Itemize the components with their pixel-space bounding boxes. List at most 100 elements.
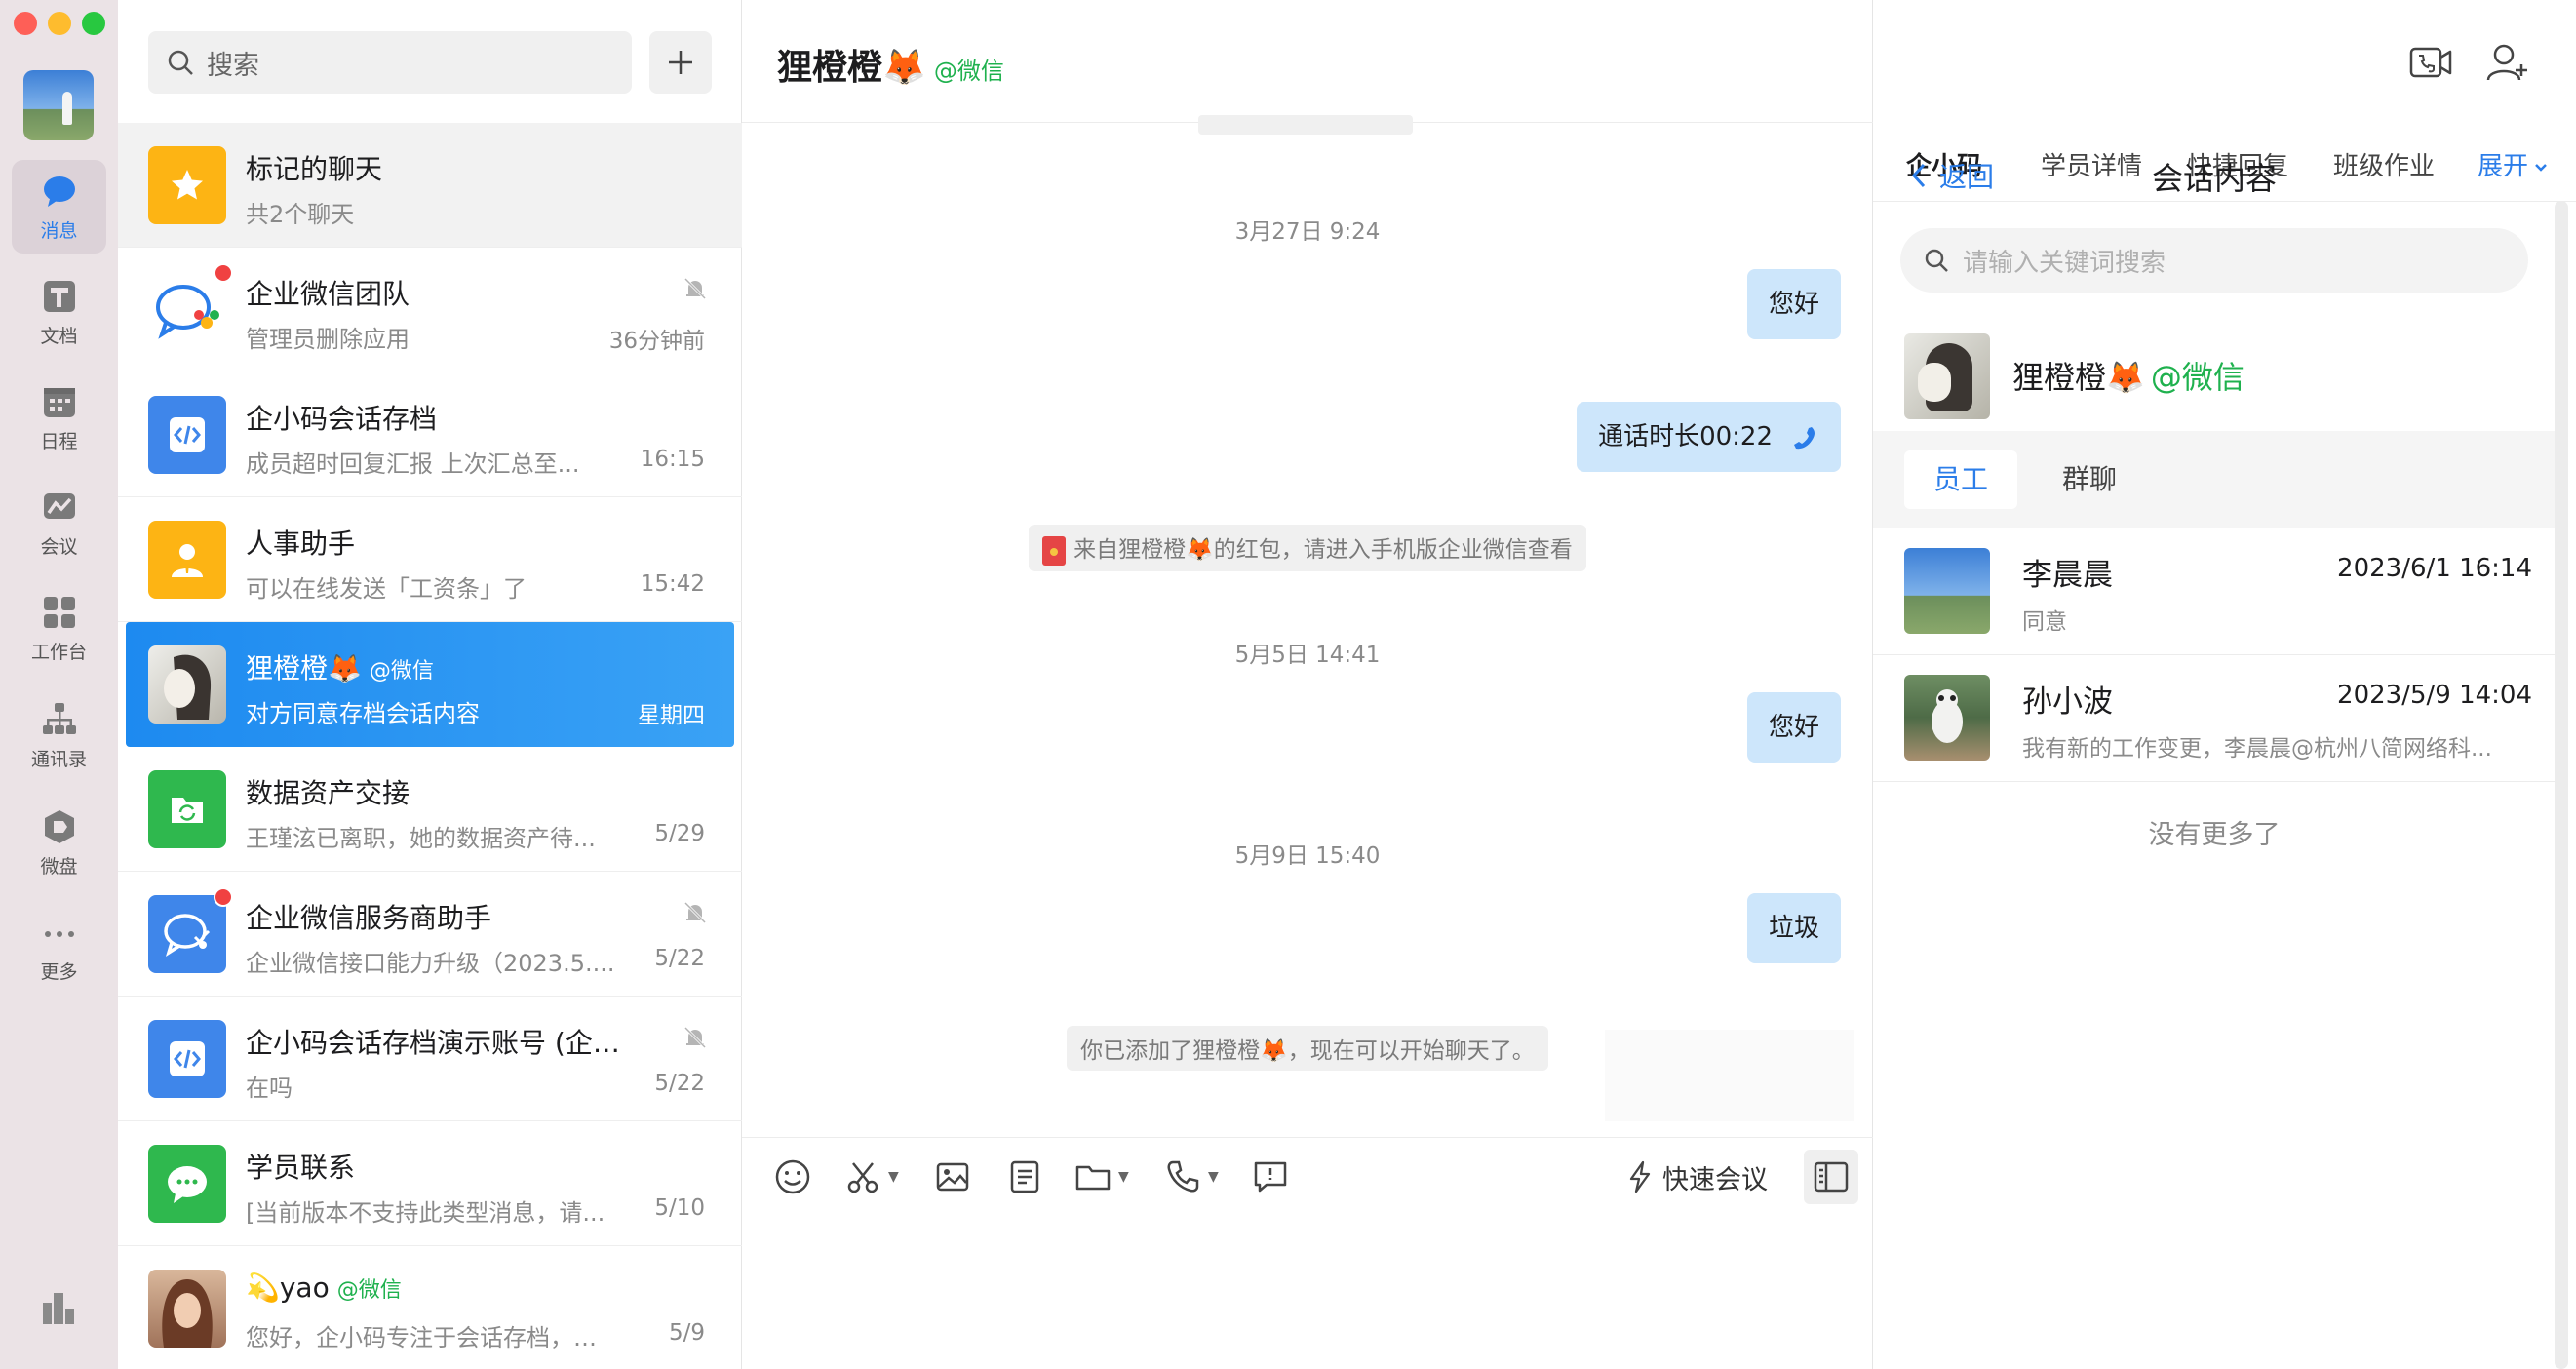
reminder-button[interactable] xyxy=(1251,1155,1290,1198)
provider-assistant-icon xyxy=(148,895,226,973)
nav-item-documents[interactable]: 文档 xyxy=(12,265,106,359)
table-row[interactable]: 李晨晨 2023/6/1 16:14 同意 xyxy=(1873,528,2556,655)
system-message: 来自狸橙橙🦊的红包，请进入手机版企业微信查看 xyxy=(742,525,1873,571)
nav-label: 更多 xyxy=(40,960,78,983)
avatar xyxy=(1904,675,1990,761)
user-avatar[interactable] xyxy=(23,70,94,140)
document-icon xyxy=(43,280,75,312)
nav-item-calendar[interactable]: 日程 xyxy=(12,371,106,464)
timestamp: 3月27日 9:24 xyxy=(1234,219,1381,245)
search-placeholder: 请输入关键词搜索 xyxy=(1963,248,2166,278)
zoom-window-button[interactable] xyxy=(82,12,105,35)
code-archive-icon xyxy=(148,1020,226,1098)
nav-label: 会议 xyxy=(40,535,78,558)
image-button[interactable] xyxy=(933,1155,972,1198)
nav-item-more[interactable]: 更多 xyxy=(12,901,106,995)
list-item[interactable]: 💫yao @微信 您好，企小码专注于会话存档，此... 5/9 xyxy=(118,1246,742,1369)
chevron-down-icon: ▼ xyxy=(1208,1169,1219,1185)
avatar xyxy=(1904,333,1990,419)
search-input[interactable]: 搜索 xyxy=(148,31,632,94)
unread-dot xyxy=(214,263,233,283)
code-archive-icon xyxy=(148,396,226,474)
plus-icon xyxy=(669,51,692,74)
record-time: 2023/5/9 14:04 xyxy=(2337,681,2532,710)
nav-rail: 消息 文档 日程 会议 工作台 通讯录 微盘 更多 xyxy=(0,0,118,1369)
call-message-bubble[interactable]: 通话时长00:22 xyxy=(1577,402,1841,472)
contact-name-text: 狸橙橙🦊 xyxy=(2012,359,2145,396)
list-item[interactable]: 企小码会话存档演示账号 (企小... 在吗 5/22 xyxy=(118,997,742,1121)
record-name: 孙小波 xyxy=(2022,684,2113,720)
document-button[interactable] xyxy=(1005,1155,1044,1198)
composer-toolbar: ▼ ▼ ▼ 快速会议 xyxy=(742,1137,1873,1215)
minimize-window-button[interactable] xyxy=(48,12,71,35)
conversation-name: 企业微信团队 xyxy=(246,278,410,310)
list-item[interactable]: 标记的聊天 共2个聊天 xyxy=(118,123,742,248)
folder-icon xyxy=(1075,1165,1111,1191)
search-placeholder: 搜索 xyxy=(207,50,259,81)
chat-header: 狸橙橙🦊 @微信 xyxy=(742,0,1873,123)
list-item-selected[interactable]: 狸橙橙🦊 @微信 对方同意存档会话内容 星期四 xyxy=(126,622,734,747)
conversation-name-text: 💫yao xyxy=(246,1271,330,1304)
conversation-preview: 可以在线发送「工资条」了 xyxy=(246,575,527,603)
nav-label: 文档 xyxy=(40,325,78,347)
conversation-name: 💫yao @微信 xyxy=(246,1271,402,1304)
wecom-team-icon xyxy=(148,271,226,349)
list-item[interactable]: 数据资产交接 王瑾泫已离职，她的数据资产待... 5/29 xyxy=(118,747,742,872)
drive-icon xyxy=(44,809,74,843)
add-button[interactable] xyxy=(649,31,712,94)
file-button[interactable]: ▼ xyxy=(1073,1155,1129,1198)
list-item[interactable]: 企业微信团队 管理员删除应用 36分钟前 xyxy=(118,248,742,372)
conversation-preview: 您好，企小码专注于会话存档，此... xyxy=(246,1324,616,1351)
avatar xyxy=(1904,548,1990,634)
chat-title-text: 狸橙橙🦊 xyxy=(777,48,926,88)
list-item[interactable]: 企小码会话存档 成员超时回复汇报 上次汇总至... 16:15 xyxy=(118,372,742,497)
conversation-time: 36分钟前 xyxy=(608,329,705,354)
message-bubble[interactable]: 您好 xyxy=(1746,269,1841,339)
system-message-cut xyxy=(1198,115,1413,135)
conversation-time: 15:42 xyxy=(640,571,705,597)
nav-label: 微盘 xyxy=(40,855,78,878)
call-button[interactable]: ▼ xyxy=(1163,1155,1219,1198)
nav-item-workbench[interactable]: 工作台 xyxy=(12,581,106,675)
enterprise-icon[interactable] xyxy=(39,1289,78,1328)
nav-label: 日程 xyxy=(40,430,78,452)
emoji-icon xyxy=(775,1159,810,1194)
conversation-name-text: 狸橙橙🦊 xyxy=(246,652,362,684)
list-item[interactable]: 学员联系 [当前版本不支持此类型消息，请... 5/10 xyxy=(118,1121,742,1246)
conversation-name: 企小码会话存档演示账号 (企小... xyxy=(246,1027,636,1059)
call-duration-text: 通话时长00:22 xyxy=(1598,422,1773,451)
list-item[interactable]: 企业微信服务商助手 企业微信接口能力升级（2023.5.... 5/22 xyxy=(118,872,742,997)
segment-employees[interactable]: 员工 xyxy=(1904,450,2018,509)
segment-groups[interactable]: 群聊 xyxy=(2033,450,2146,509)
message-input[interactable] xyxy=(742,1215,1873,1369)
message-placeholder xyxy=(1605,1030,1854,1121)
calendar-icon xyxy=(43,387,75,417)
window-controls xyxy=(14,12,105,35)
close-window-button[interactable] xyxy=(14,12,37,35)
wechat-tag: @微信 xyxy=(2150,359,2244,396)
nav-item-contacts[interactable]: 通讯录 xyxy=(12,688,106,782)
emoji-button[interactable] xyxy=(773,1155,812,1198)
scrollbar[interactable] xyxy=(2555,201,2568,1369)
message-bubble[interactable]: 垃圾 xyxy=(1746,893,1841,963)
search-icon xyxy=(168,50,193,75)
conversation-preview: 企业微信接口能力升级（2023.5.... xyxy=(246,950,615,977)
meeting-icon xyxy=(43,492,75,519)
nav-item-messages[interactable]: 消息 xyxy=(12,160,106,254)
nav-item-meetings[interactable]: 会议 xyxy=(12,476,106,569)
keyword-search-input[interactable]: 请输入关键词搜索 xyxy=(1900,228,2528,293)
side-panel-toggle[interactable] xyxy=(1804,1150,1858,1204)
list-item[interactable]: 人事助手 可以在线发送「工资条」了 15:42 xyxy=(118,497,742,622)
avatar xyxy=(148,645,226,724)
nav-label: 消息 xyxy=(40,219,78,242)
message-bubble[interactable]: 您好 xyxy=(1746,692,1841,763)
chat-title: 狸橙橙🦊 @微信 xyxy=(777,39,1004,90)
table-row[interactable]: 孙小波 2023/5/9 14:04 我有新的工作变更，李晨晨@杭州八简网络科.… xyxy=(1873,655,2556,782)
data-handover-icon xyxy=(148,770,226,848)
nav-item-drive[interactable]: 微盘 xyxy=(12,796,106,889)
screenshot-button[interactable]: ▼ xyxy=(843,1155,899,1198)
conversation-preview: 王瑾泫已离职，她的数据资产待... xyxy=(246,825,596,852)
mute-bell-icon xyxy=(683,277,707,300)
conversation-name: 学员联系 xyxy=(246,1152,356,1184)
quick-meeting-button[interactable]: 快速会议 xyxy=(1625,1155,1768,1198)
